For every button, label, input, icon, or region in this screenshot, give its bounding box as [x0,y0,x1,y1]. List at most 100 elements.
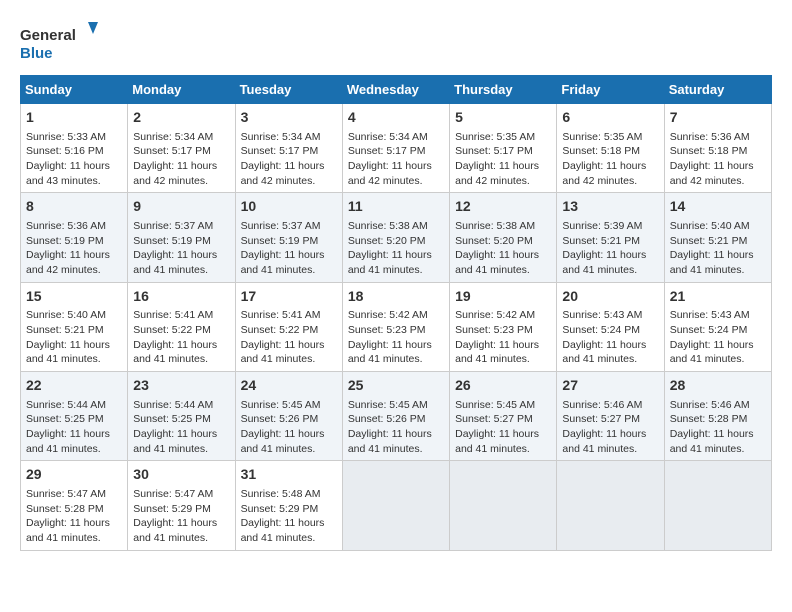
calendar-cell: 25Sunrise: 5:45 AM Sunset: 5:26 PM Dayli… [342,372,449,461]
day-info: Sunrise: 5:35 AM Sunset: 5:17 PM Dayligh… [455,130,551,189]
day-info: Sunrise: 5:46 AM Sunset: 5:27 PM Dayligh… [562,398,658,457]
day-number: 26 [455,376,551,396]
day-info: Sunrise: 5:37 AM Sunset: 5:19 PM Dayligh… [133,219,229,278]
day-info: Sunrise: 5:40 AM Sunset: 5:21 PM Dayligh… [670,219,766,278]
header-tuesday: Tuesday [235,76,342,104]
calendar-cell [450,461,557,550]
calendar-cell: 8Sunrise: 5:36 AM Sunset: 5:19 PM Daylig… [21,193,128,282]
day-number: 19 [455,287,551,307]
calendar-cell: 22Sunrise: 5:44 AM Sunset: 5:25 PM Dayli… [21,372,128,461]
day-number: 30 [133,465,229,485]
calendar-cell [342,461,449,550]
day-number: 20 [562,287,658,307]
day-info: Sunrise: 5:38 AM Sunset: 5:20 PM Dayligh… [348,219,444,278]
day-number: 18 [348,287,444,307]
calendar-cell: 6Sunrise: 5:35 AM Sunset: 5:18 PM Daylig… [557,104,664,193]
day-number: 28 [670,376,766,396]
calendar-cell: 13Sunrise: 5:39 AM Sunset: 5:21 PM Dayli… [557,193,664,282]
calendar-cell: 18Sunrise: 5:42 AM Sunset: 5:23 PM Dayli… [342,282,449,371]
calendar-cell: 5Sunrise: 5:35 AM Sunset: 5:17 PM Daylig… [450,104,557,193]
calendar-cell: 20Sunrise: 5:43 AM Sunset: 5:24 PM Dayli… [557,282,664,371]
calendar-cell: 23Sunrise: 5:44 AM Sunset: 5:25 PM Dayli… [128,372,235,461]
calendar-cell: 31Sunrise: 5:48 AM Sunset: 5:29 PM Dayli… [235,461,342,550]
day-info: Sunrise: 5:47 AM Sunset: 5:28 PM Dayligh… [26,487,122,546]
week-row-3: 15Sunrise: 5:40 AM Sunset: 5:21 PM Dayli… [21,282,772,371]
day-number: 22 [26,376,122,396]
day-number: 15 [26,287,122,307]
calendar-cell: 4Sunrise: 5:34 AM Sunset: 5:17 PM Daylig… [342,104,449,193]
calendar-cell: 3Sunrise: 5:34 AM Sunset: 5:17 PM Daylig… [235,104,342,193]
day-info: Sunrise: 5:34 AM Sunset: 5:17 PM Dayligh… [133,130,229,189]
calendar-cell [557,461,664,550]
day-number: 7 [670,108,766,128]
week-row-2: 8Sunrise: 5:36 AM Sunset: 5:19 PM Daylig… [21,193,772,282]
day-number: 2 [133,108,229,128]
calendar-header: SundayMondayTuesdayWednesdayThursdayFrid… [21,76,772,104]
day-number: 24 [241,376,337,396]
calendar-cell: 16Sunrise: 5:41 AM Sunset: 5:22 PM Dayli… [128,282,235,371]
day-info: Sunrise: 5:47 AM Sunset: 5:29 PM Dayligh… [133,487,229,546]
calendar-cell: 29Sunrise: 5:47 AM Sunset: 5:28 PM Dayli… [21,461,128,550]
day-number: 23 [133,376,229,396]
calendar-cell: 10Sunrise: 5:37 AM Sunset: 5:19 PM Dayli… [235,193,342,282]
week-row-5: 29Sunrise: 5:47 AM Sunset: 5:28 PM Dayli… [21,461,772,550]
day-info: Sunrise: 5:36 AM Sunset: 5:18 PM Dayligh… [670,130,766,189]
day-number: 29 [26,465,122,485]
day-number: 5 [455,108,551,128]
day-number: 14 [670,197,766,217]
day-info: Sunrise: 5:41 AM Sunset: 5:22 PM Dayligh… [133,308,229,367]
day-info: Sunrise: 5:37 AM Sunset: 5:19 PM Dayligh… [241,219,337,278]
logo-svg: General Blue [20,20,100,65]
calendar-table: SundayMondayTuesdayWednesdayThursdayFrid… [20,75,772,551]
day-number: 6 [562,108,658,128]
day-info: Sunrise: 5:40 AM Sunset: 5:21 PM Dayligh… [26,308,122,367]
calendar-cell: 28Sunrise: 5:46 AM Sunset: 5:28 PM Dayli… [664,372,771,461]
day-info: Sunrise: 5:45 AM Sunset: 5:27 PM Dayligh… [455,398,551,457]
day-info: Sunrise: 5:44 AM Sunset: 5:25 PM Dayligh… [26,398,122,457]
svg-text:General: General [20,27,76,44]
calendar-cell: 11Sunrise: 5:38 AM Sunset: 5:20 PM Dayli… [342,193,449,282]
day-number: 13 [562,197,658,217]
header-saturday: Saturday [664,76,771,104]
header-monday: Monday [128,76,235,104]
header-row: SundayMondayTuesdayWednesdayThursdayFrid… [21,76,772,104]
page-header: General Blue [20,20,772,65]
calendar-cell [664,461,771,550]
calendar-cell: 12Sunrise: 5:38 AM Sunset: 5:20 PM Dayli… [450,193,557,282]
day-info: Sunrise: 5:45 AM Sunset: 5:26 PM Dayligh… [348,398,444,457]
day-number: 17 [241,287,337,307]
day-number: 10 [241,197,337,217]
day-number: 12 [455,197,551,217]
header-thursday: Thursday [450,76,557,104]
day-number: 25 [348,376,444,396]
calendar-cell: 17Sunrise: 5:41 AM Sunset: 5:22 PM Dayli… [235,282,342,371]
day-info: Sunrise: 5:39 AM Sunset: 5:21 PM Dayligh… [562,219,658,278]
week-row-1: 1Sunrise: 5:33 AM Sunset: 5:16 PM Daylig… [21,104,772,193]
day-number: 4 [348,108,444,128]
day-number: 21 [670,287,766,307]
header-sunday: Sunday [21,76,128,104]
calendar-cell: 15Sunrise: 5:40 AM Sunset: 5:21 PM Dayli… [21,282,128,371]
day-info: Sunrise: 5:34 AM Sunset: 5:17 PM Dayligh… [348,130,444,189]
day-info: Sunrise: 5:42 AM Sunset: 5:23 PM Dayligh… [348,308,444,367]
day-info: Sunrise: 5:46 AM Sunset: 5:28 PM Dayligh… [670,398,766,457]
calendar-cell: 19Sunrise: 5:42 AM Sunset: 5:23 PM Dayli… [450,282,557,371]
calendar-cell: 30Sunrise: 5:47 AM Sunset: 5:29 PM Dayli… [128,461,235,550]
day-info: Sunrise: 5:33 AM Sunset: 5:16 PM Dayligh… [26,130,122,189]
day-info: Sunrise: 5:38 AM Sunset: 5:20 PM Dayligh… [455,219,551,278]
day-info: Sunrise: 5:41 AM Sunset: 5:22 PM Dayligh… [241,308,337,367]
day-number: 31 [241,465,337,485]
svg-text:Blue: Blue [20,45,53,62]
calendar-cell: 2Sunrise: 5:34 AM Sunset: 5:17 PM Daylig… [128,104,235,193]
calendar-cell: 1Sunrise: 5:33 AM Sunset: 5:16 PM Daylig… [21,104,128,193]
day-info: Sunrise: 5:44 AM Sunset: 5:25 PM Dayligh… [133,398,229,457]
calendar-cell: 14Sunrise: 5:40 AM Sunset: 5:21 PM Dayli… [664,193,771,282]
day-info: Sunrise: 5:45 AM Sunset: 5:26 PM Dayligh… [241,398,337,457]
day-number: 27 [562,376,658,396]
day-info: Sunrise: 5:36 AM Sunset: 5:19 PM Dayligh… [26,219,122,278]
calendar-cell: 7Sunrise: 5:36 AM Sunset: 5:18 PM Daylig… [664,104,771,193]
calendar-body: 1Sunrise: 5:33 AM Sunset: 5:16 PM Daylig… [21,104,772,551]
day-number: 8 [26,197,122,217]
day-info: Sunrise: 5:35 AM Sunset: 5:18 PM Dayligh… [562,130,658,189]
logo: General Blue [20,20,100,65]
